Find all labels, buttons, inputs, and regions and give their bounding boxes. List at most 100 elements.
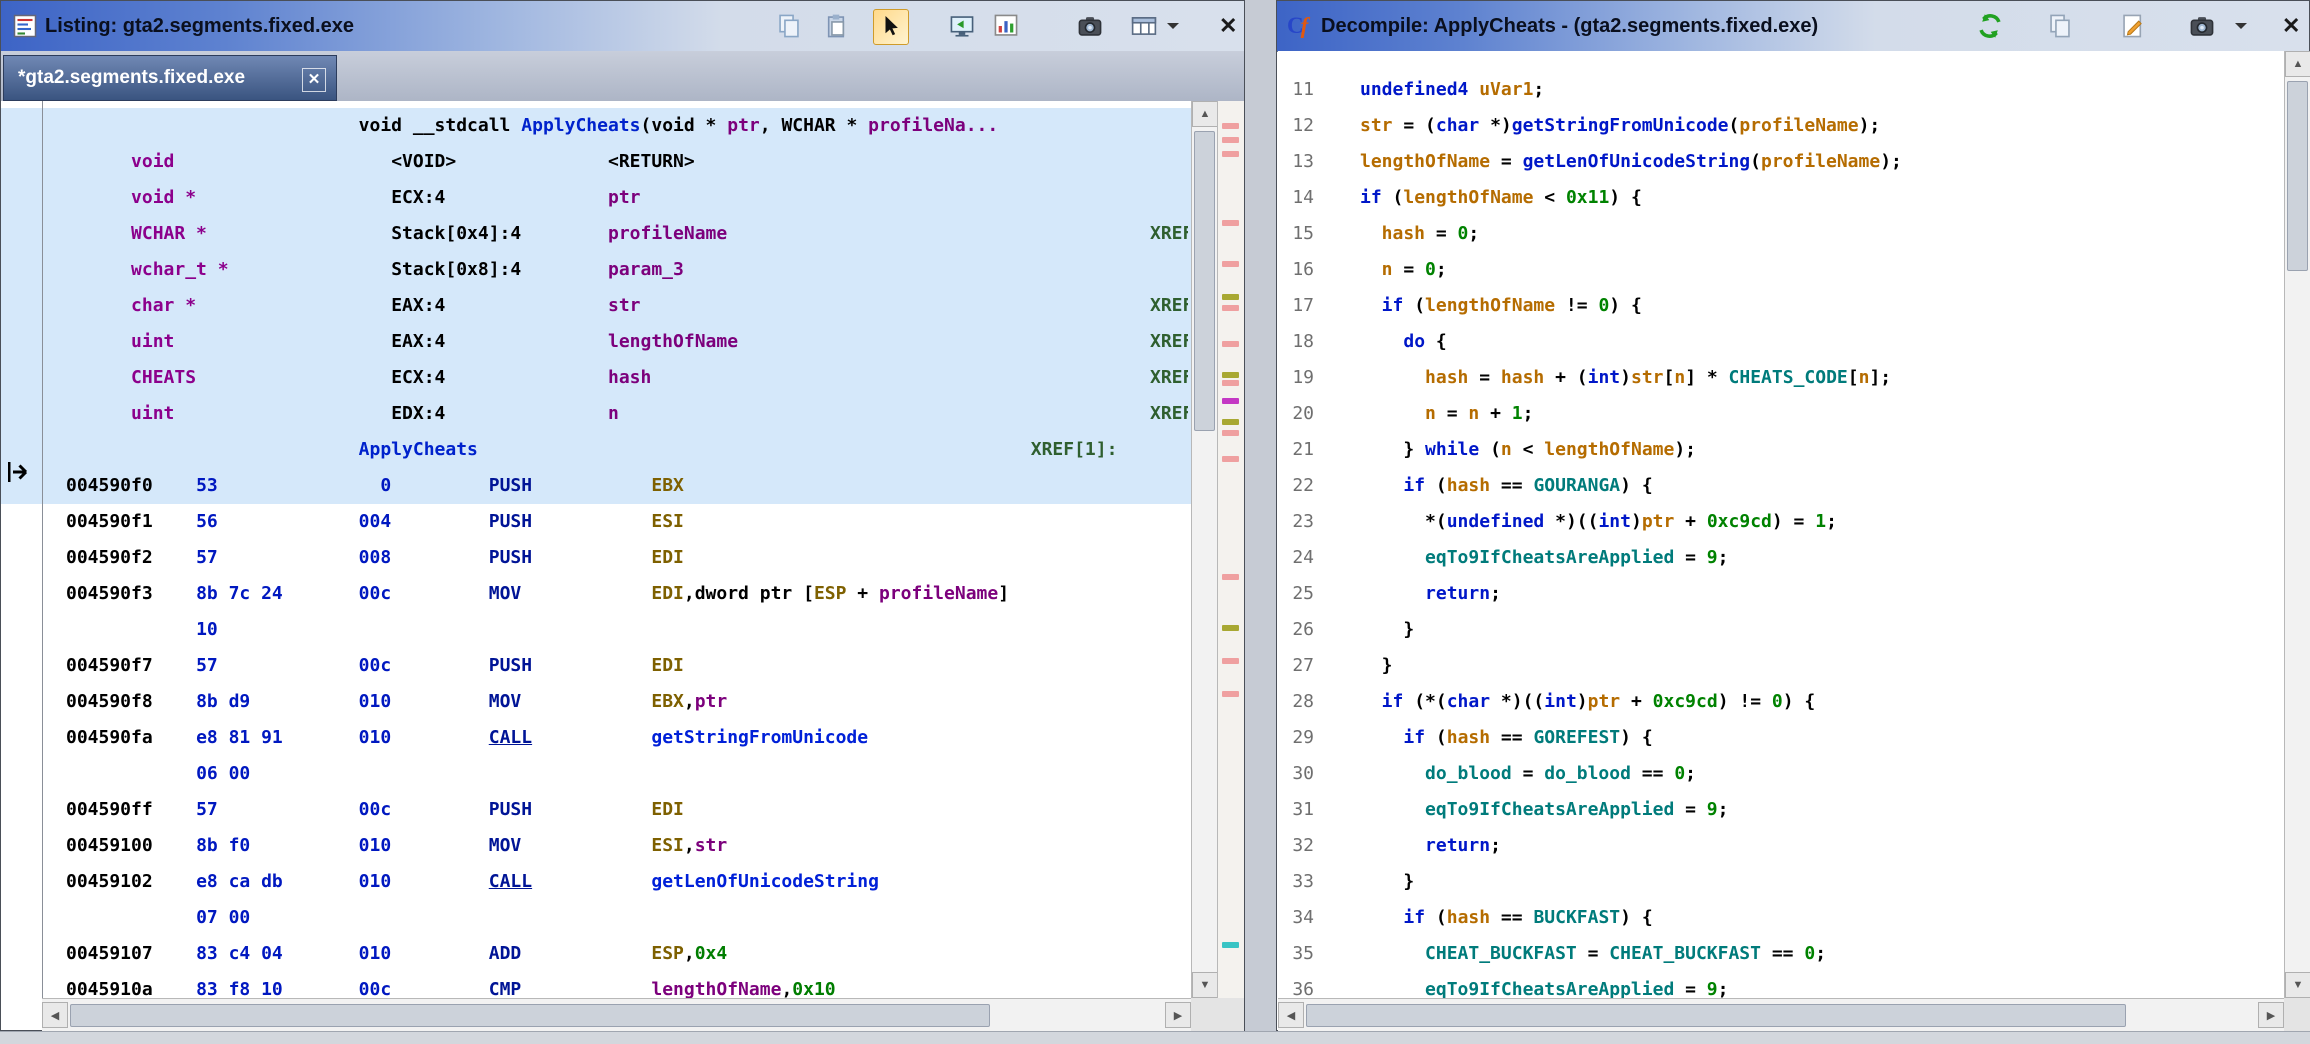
listing-row[interactable]: void *ECX:4ptr [1, 180, 1191, 216]
overview-marker[interactable] [1222, 294, 1239, 300]
decompile-line[interactable]: 34if (hash == BUCKFAST) { [1278, 900, 2284, 936]
decompile-scrollbar-thumb[interactable] [2287, 81, 2308, 271]
scroll-right-button[interactable]: ▶ [1165, 1002, 1191, 1028]
decompile-line[interactable]: 31eqTo9IfCheatsAreApplied = 9; [1278, 792, 2284, 828]
listing-row[interactable]: 004590fae8 81 91010CALLgetStringFromUnic… [1, 720, 1191, 756]
decompile-vertical-scrollbar[interactable]: ▲ ▼ [2284, 51, 2310, 998]
decompile-line[interactable]: 29if (hash == GOREFEST) { [1278, 720, 2284, 756]
decompile-line[interactable]: 28if (*(char *)((int)ptr + 0xc9cd) != 0)… [1278, 684, 2284, 720]
listing-row[interactable]: WCHAR *Stack[0x4]:4profileNameXREF [1, 216, 1191, 252]
decompile-line[interactable]: 19hash = hash + (int)str[n] * CHEATS_COD… [1278, 360, 2284, 396]
listing-header-table-icon[interactable] [1131, 13, 1157, 39]
decompile-line[interactable]: 17if (lengthOfName != 0) { [1278, 288, 2284, 324]
overview-marker[interactable] [1222, 430, 1239, 436]
overview-marker[interactable] [1222, 380, 1239, 386]
decompile-line[interactable]: 14if (lengthOfName < 0x11) { [1278, 180, 2284, 216]
decompile-line[interactable]: 24eqTo9IfCheatsAreApplied = 9; [1278, 540, 2284, 576]
refresh-icon[interactable] [1977, 13, 2003, 39]
listing-row[interactable]: void<VOID><RETURN> [1, 144, 1191, 180]
decompile-panel-header[interactable]: Cf Decompile: ApplyCheats - (gta2.segmen… [1277, 1, 2309, 52]
listing-row[interactable]: CHEATSECX:4hashXREF [1, 360, 1191, 396]
listing-row[interactable]: uintEDX:4nXREF [1, 396, 1191, 432]
cursor-hover-toggle-button[interactable] [873, 9, 909, 45]
overview-marker[interactable] [1222, 151, 1239, 157]
listing-row[interactable]: 004590f38b 7c 2400cMOVEDI,dword ptr [ESP… [1, 576, 1191, 612]
listing-row[interactable]: 004591008b f0010MOVESI,str [1, 828, 1191, 864]
listing-row[interactable]: 004590f257008PUSHEDI [1, 540, 1191, 576]
function-signature-row[interactable]: void __stdcall ApplyCheats(void * ptr, W… [1, 108, 1191, 144]
decompile-line[interactable]: 15hash = 0; [1278, 216, 2284, 252]
decompile-line[interactable]: 35CHEAT_BUCKFAST = CHEAT_BUCKFAST == 0; [1278, 936, 2284, 972]
listing-row[interactable]: wchar_t *Stack[0x8]:4param_3 [1, 252, 1191, 288]
overview-marker[interactable] [1222, 261, 1239, 267]
snapshot-camera-icon[interactable] [1077, 13, 1103, 39]
listing-row[interactable]: 06 00 [1, 756, 1191, 792]
overview-marker[interactable] [1222, 691, 1239, 697]
decompile-line[interactable]: 36eqTo9IfCheatsAreApplied = 9; [1278, 972, 2284, 998]
chevron-down-icon[interactable] [1167, 23, 1179, 35]
snapshot-camera-icon[interactable] [2189, 13, 2215, 39]
overview-marker[interactable] [1222, 123, 1239, 129]
overview-marker[interactable] [1222, 341, 1239, 347]
decompile-horizontal-scrollbar[interactable]: ◀ ▶ [1278, 998, 2284, 1031]
listing-row[interactable]: 07 00 [1, 900, 1191, 936]
overview-marker[interactable] [1222, 625, 1239, 631]
decompile-line[interactable]: 12str = (char *)getStringFromUnicode(pro… [1278, 108, 2284, 144]
tab-gta2-segments-fixed-exe[interactable]: *gta2.segments.fixed.exe ✕ [3, 55, 337, 101]
paste-icon[interactable] [823, 13, 849, 39]
overview-marker[interactable] [1222, 220, 1239, 226]
function-graph-icon[interactable] [993, 13, 1019, 39]
listing-row[interactable]: char *EAX:4strXREF [1, 288, 1191, 324]
listing-row[interactable]: 004590f88b d9010MOVEBX,ptr [1, 684, 1191, 720]
overview-marker[interactable] [1222, 456, 1239, 462]
close-icon[interactable]: ✕ [1219, 1, 1237, 51]
decompile-line[interactable]: 18do { [1278, 324, 2284, 360]
scroll-down-button[interactable]: ▼ [2285, 972, 2310, 998]
decompile-line[interactable]: 27} [1278, 648, 2284, 684]
listing-panel-header[interactable]: Listing: gta2.segments.fixed.exe [1, 1, 1244, 52]
decompile-line[interactable]: 13lengthOfName = getLenOfUnicodeString(p… [1278, 144, 2284, 180]
scroll-right-button[interactable]: ▶ [2258, 1002, 2284, 1028]
decompile-line[interactable]: 26} [1278, 612, 2284, 648]
listing-row[interactable]: 004590f0530PUSHEBX [1, 468, 1191, 504]
listing-row[interactable]: 10 [1, 612, 1191, 648]
scroll-left-button[interactable]: ◀ [1278, 1002, 1304, 1028]
listing-row[interactable]: 00459102e8 ca db010CALLgetLenOfUnicodeSt… [1, 864, 1191, 900]
scroll-up-button[interactable]: ▲ [1192, 101, 1218, 127]
overview-marker[interactable] [1222, 658, 1239, 664]
listing-row[interactable]: 004590ff5700cPUSHEDI [1, 792, 1191, 828]
listing-hscrollbar-thumb[interactable] [70, 1004, 990, 1027]
copy-icon[interactable] [776, 13, 802, 39]
listing-row[interactable]: 004590f75700cPUSHEDI [1, 648, 1191, 684]
edit-signature-icon[interactable] [2120, 13, 2146, 39]
decompile-line[interactable]: 20n = n + 1; [1278, 396, 2284, 432]
function-label-row[interactable]: ApplyCheatsXREF[1]: [1, 432, 1191, 468]
overview-marker[interactable] [1222, 398, 1239, 404]
copy-icon[interactable] [2047, 13, 2073, 39]
decompile-line[interactable]: 11undefined4 uVar1; [1278, 72, 2284, 108]
scroll-up-button[interactable]: ▲ [2285, 51, 2310, 77]
listing-vertical-scrollbar[interactable]: ▲ ▼ [1191, 101, 1217, 998]
chevron-down-icon[interactable] [2235, 23, 2247, 35]
listing-scrollbar-thumb[interactable] [1194, 131, 1215, 431]
listing-horizontal-scrollbar[interactable]: ◀ ▶ [42, 998, 1191, 1031]
listing-row[interactable]: 0045910783 c4 04010ADDESP,0x4 [1, 936, 1191, 972]
clone-window-icon[interactable] [949, 13, 975, 39]
decompile-line[interactable]: 23*(undefined *)((int)ptr + 0xc9cd) = 1; [1278, 504, 2284, 540]
scroll-left-button[interactable]: ◀ [42, 1002, 68, 1028]
listing-row[interactable]: 004590f156004PUSHESI [1, 504, 1191, 540]
decompile-line[interactable]: 30do_blood = do_blood == 0; [1278, 756, 2284, 792]
decompile-line[interactable]: 25return; [1278, 576, 2284, 612]
close-icon[interactable]: ✕ [2282, 1, 2300, 51]
overview-marker[interactable] [1222, 419, 1239, 425]
decompile-line[interactable]: 32return; [1278, 828, 2284, 864]
decompile-line[interactable]: 22if (hash == GOURANGA) { [1278, 468, 2284, 504]
decompile-line[interactable]: 16n = 0; [1278, 252, 2284, 288]
overview-marker[interactable] [1222, 372, 1239, 378]
overview-marker[interactable] [1222, 137, 1239, 143]
decompile-line[interactable]: 33} [1278, 864, 2284, 900]
overview-marker[interactable] [1222, 574, 1239, 580]
overview-marker[interactable] [1222, 305, 1239, 311]
overview-marker[interactable] [1222, 942, 1239, 948]
listing-row[interactable]: 0045910a83 f8 1000cCMPlengthOfName,0x10 [1, 972, 1191, 998]
